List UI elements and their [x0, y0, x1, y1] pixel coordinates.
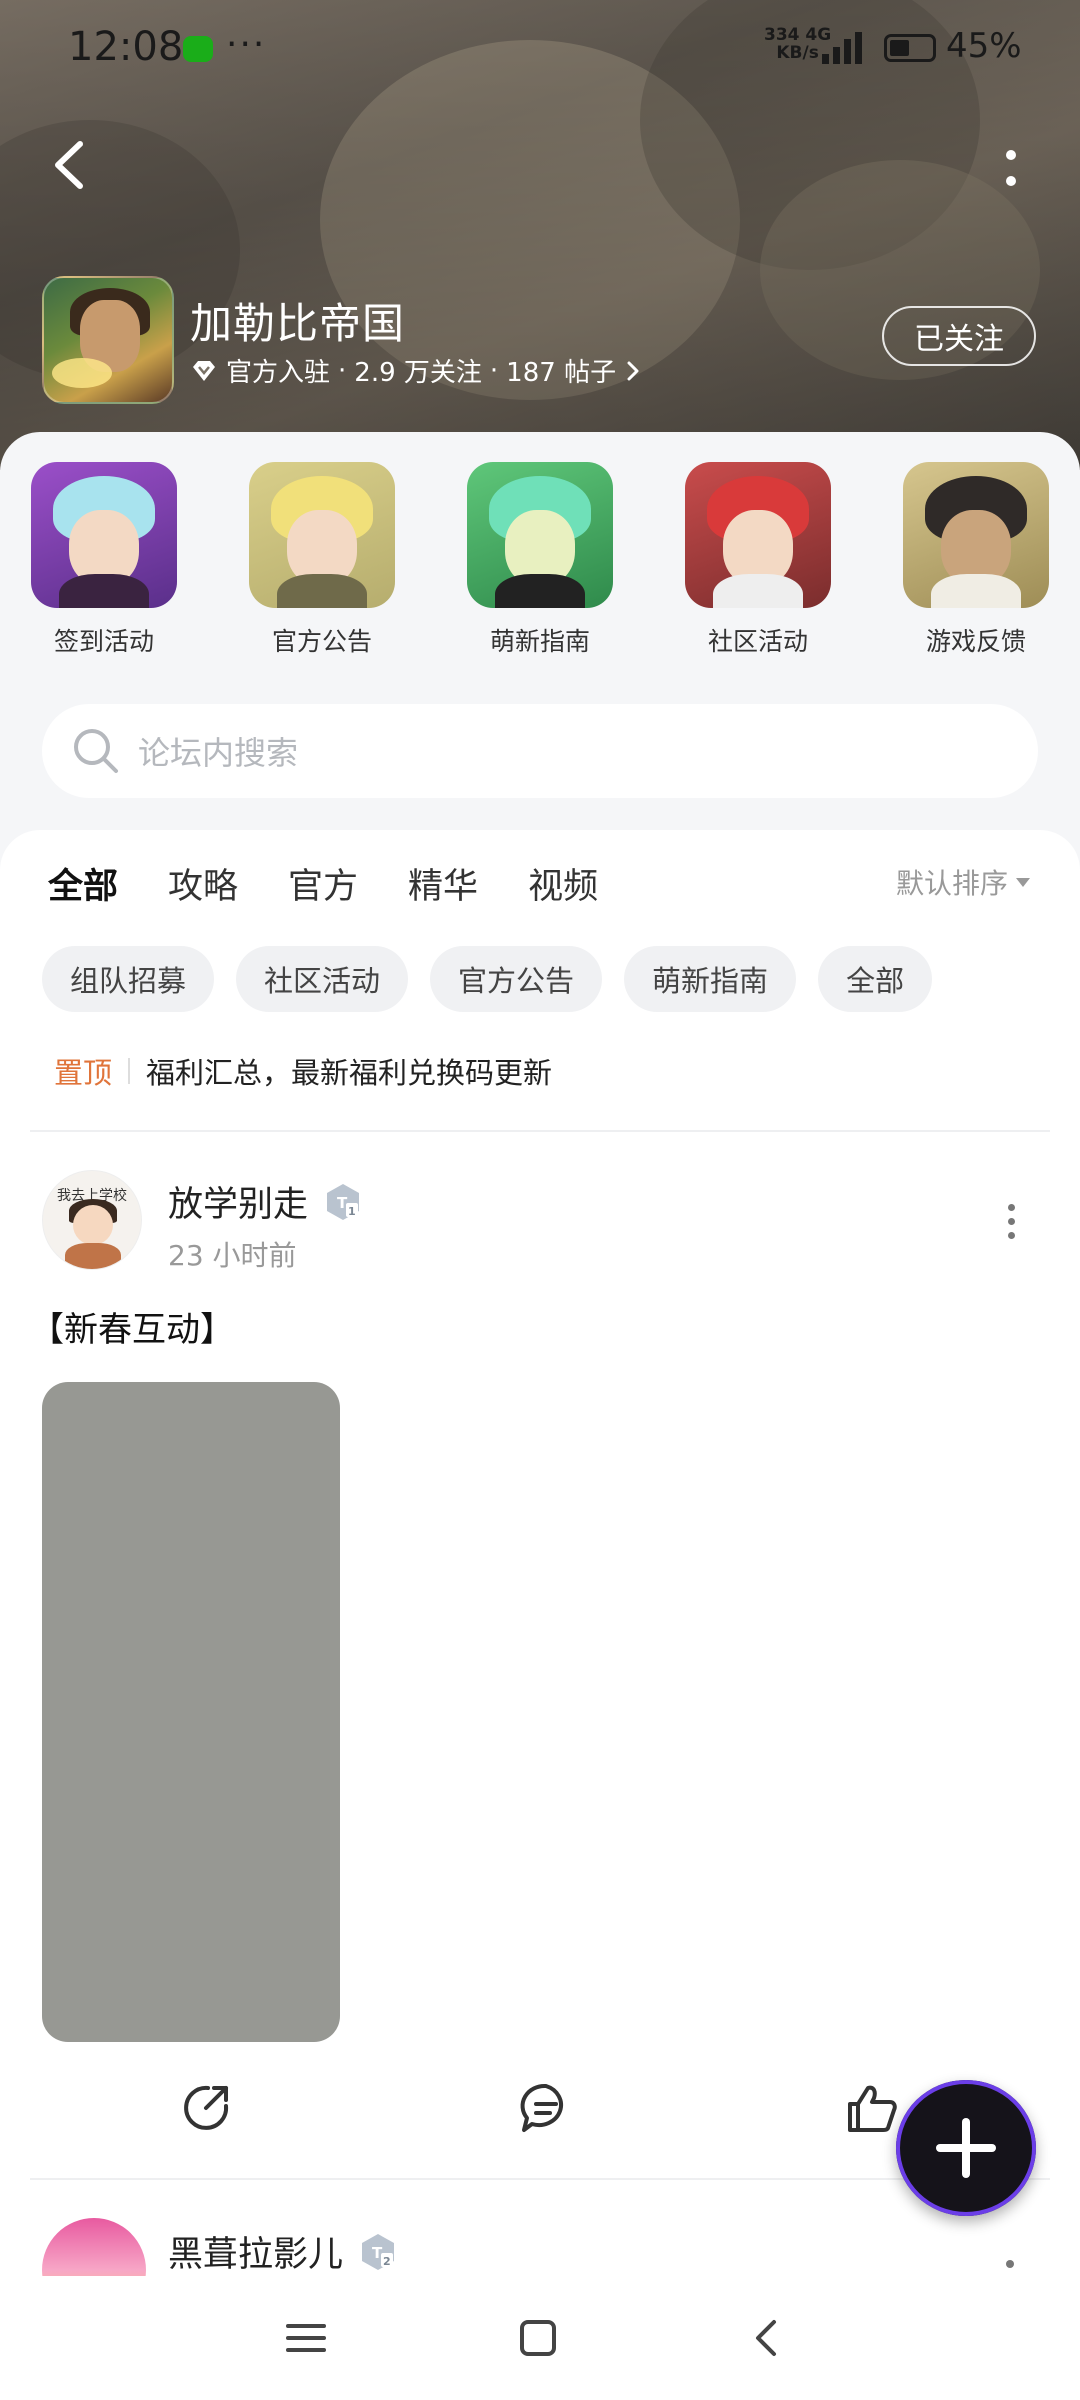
channel-label: 萌新指南: [489, 627, 590, 656]
channel-label: 签到活动: [53, 627, 154, 656]
meta-separator: ·: [489, 355, 499, 386]
category-tabs: 全部 攻略 官方 精华 视频: [48, 858, 648, 918]
channel-shortcuts: 签到活动 官方公告 萌新指南 社区活动 游戏反馈: [0, 462, 1080, 662]
tab-label: 精华: [408, 867, 479, 907]
post-more-icon[interactable]: [1006, 2260, 1014, 2268]
share-icon[interactable]: [178, 2080, 234, 2136]
status-bar: 12:08 ··· 334 4G KB/s 45%: [0, 0, 1080, 100]
author-name: 黑葺拉影儿: [168, 2235, 344, 2275]
net-speed-value: 334: [764, 25, 800, 45]
followers-count: 2.9 万关注: [354, 358, 482, 388]
sort-label: 默认排序: [896, 867, 1009, 900]
announcement-character-icon: [249, 462, 395, 608]
post-title[interactable]: 【新春互动】: [30, 1302, 234, 1351]
tab-label: 攻略: [168, 867, 239, 907]
pinned-post-title: 福利汇总，最新福利兑换码更新: [146, 1056, 553, 1090]
channel-label: 游戏反馈: [925, 627, 1026, 656]
posts-count: 187 帖子: [506, 358, 617, 388]
divider: [30, 1130, 1050, 1132]
signal-icon: [822, 32, 862, 64]
sort-dropdown[interactable]: 默认排序: [896, 862, 1031, 902]
like-icon[interactable]: [844, 2080, 900, 2136]
back-icon[interactable]: [40, 132, 96, 198]
channel-checkin[interactable]: 签到活动: [31, 462, 177, 658]
post-more-icon[interactable]: [996, 1196, 1026, 1246]
battery-percent: 45%: [946, 26, 1022, 66]
status-time: 12:08: [68, 24, 184, 70]
chevron-right-icon: [627, 361, 639, 380]
svg-text:1: 1: [348, 1205, 356, 1218]
net-speed-unit: KB/s: [776, 43, 819, 63]
forum-meta[interactable]: 官方入驻 · 2.9 万关注 · 187 帖子: [190, 352, 642, 389]
follow-button[interactable]: 已关注: [882, 306, 1036, 366]
caret-down-icon: [1016, 877, 1031, 887]
forum-title: 加勒比帝国: [190, 299, 406, 348]
divider: [30, 2178, 1050, 2180]
channel-beginner-guide[interactable]: 萌新指南: [467, 462, 613, 658]
chip-announcements[interactable]: 官方公告: [430, 946, 603, 1012]
more-options-icon[interactable]: [982, 132, 1042, 198]
menu-icon[interactable]: [282, 2314, 330, 2362]
tab-videos[interactable]: 视频: [528, 858, 598, 918]
post-author[interactable]: 黑葺拉影儿 T 2: [168, 2226, 399, 2277]
guide-character-icon: [467, 462, 613, 608]
post-image[interactable]: [42, 1382, 340, 2042]
chip-team-recruit[interactable]: 组队招募: [42, 946, 215, 1012]
battery-icon: [884, 34, 936, 62]
channel-community[interactable]: 社区活动: [685, 462, 831, 658]
new-post-button[interactable]: [896, 2080, 1036, 2216]
post-timestamp: 23 小时前: [168, 1239, 297, 1272]
nav-back-icon[interactable]: [744, 2314, 792, 2362]
meta-separator: ·: [338, 355, 347, 386]
tab-label: 视频: [528, 867, 599, 907]
svg-text:2: 2: [383, 2255, 391, 2268]
post-author[interactable]: 放学别走 T 1: [168, 1176, 364, 1227]
wechat-icon: [183, 36, 213, 62]
official-badge-label: 官方入驻: [226, 358, 331, 388]
tab-featured[interactable]: 精华: [408, 858, 478, 918]
channel-label: 社区活动: [707, 627, 808, 656]
topic-chips: 组队招募 社区活动 官方公告 萌新指南 全部: [42, 946, 933, 1012]
tab-guides[interactable]: 攻略: [168, 858, 238, 918]
tab-label: 官方: [288, 867, 359, 907]
forum-avatar: [42, 276, 174, 404]
tab-official[interactable]: 官方: [288, 858, 358, 918]
plus-icon: [936, 2118, 996, 2178]
pinned-tag: 置顶: [54, 1056, 113, 1090]
avatar[interactable]: 我去上学校: [42, 1170, 142, 1270]
search-icon: [74, 729, 118, 773]
forum-search-bar[interactable]: 论坛内搜索: [42, 704, 1038, 798]
channel-feedback[interactable]: 游戏反馈: [903, 462, 1049, 658]
verified-diamond-icon: [193, 360, 215, 381]
chip-beginner-guide[interactable]: 萌新指南: [624, 946, 797, 1012]
level-badge-icon: T 1: [327, 1183, 360, 1220]
system-nav-bar: [0, 2276, 1080, 2400]
channel-announcements[interactable]: 官方公告: [249, 462, 395, 658]
home-icon[interactable]: [514, 2314, 562, 2362]
search-placeholder: 论坛内搜索: [138, 734, 299, 772]
feedback-character-icon: [903, 462, 1049, 608]
comment-icon[interactable]: [518, 2080, 574, 2136]
level-badge-icon: T 2: [362, 2233, 395, 2270]
chip-all[interactable]: 全部: [818, 946, 933, 1012]
more-notifications-icon: ···: [226, 24, 267, 65]
channel-label: 官方公告: [271, 627, 372, 656]
chip-community-events[interactable]: 社区活动: [236, 946, 409, 1012]
tab-all[interactable]: 全部: [48, 858, 118, 918]
tab-label: 全部: [48, 867, 119, 907]
author-name: 放学别走: [168, 1185, 309, 1225]
checkin-character-icon: [31, 462, 177, 608]
community-character-icon: [685, 462, 831, 608]
pinned-post[interactable]: 置顶 福利汇总，最新福利兑换码更新: [54, 1050, 552, 1092]
divider: [128, 1058, 131, 1084]
